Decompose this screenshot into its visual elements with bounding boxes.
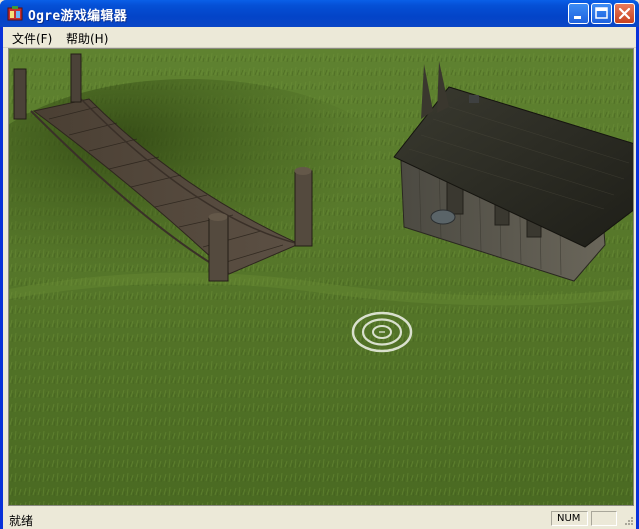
menu-bar: 文件(F) 帮助(H)	[3, 27, 636, 48]
render-viewport[interactable]	[8, 48, 634, 506]
app-icon	[7, 6, 23, 21]
maximize-icon	[595, 7, 608, 19]
app-window: Ogre游戏编辑器 文件(F) 帮助(H) 就绪 NUM	[0, 0, 639, 529]
maximize-button[interactable]	[591, 3, 612, 24]
menu-help[interactable]: 帮助(H)	[66, 30, 108, 47]
status-panel-num: NUM	[551, 511, 588, 526]
window-title: Ogre游戏编辑器	[28, 9, 128, 24]
scene-view	[9, 49, 633, 505]
title-bar[interactable]: Ogre游戏编辑器	[0, 0, 639, 27]
resize-grip-icon[interactable]	[622, 516, 634, 528]
status-panel-empty-1	[591, 511, 617, 526]
menu-file[interactable]: 文件(F)	[12, 30, 52, 47]
status-text: 就绪	[9, 514, 34, 528]
minimize-icon	[574, 16, 581, 19]
num-lock-indicator: NUM	[557, 513, 581, 524]
status-bar: 就绪 NUM	[3, 509, 636, 529]
minimize-button[interactable]	[568, 3, 589, 24]
close-button[interactable]	[614, 3, 635, 24]
close-icon	[618, 7, 631, 20]
